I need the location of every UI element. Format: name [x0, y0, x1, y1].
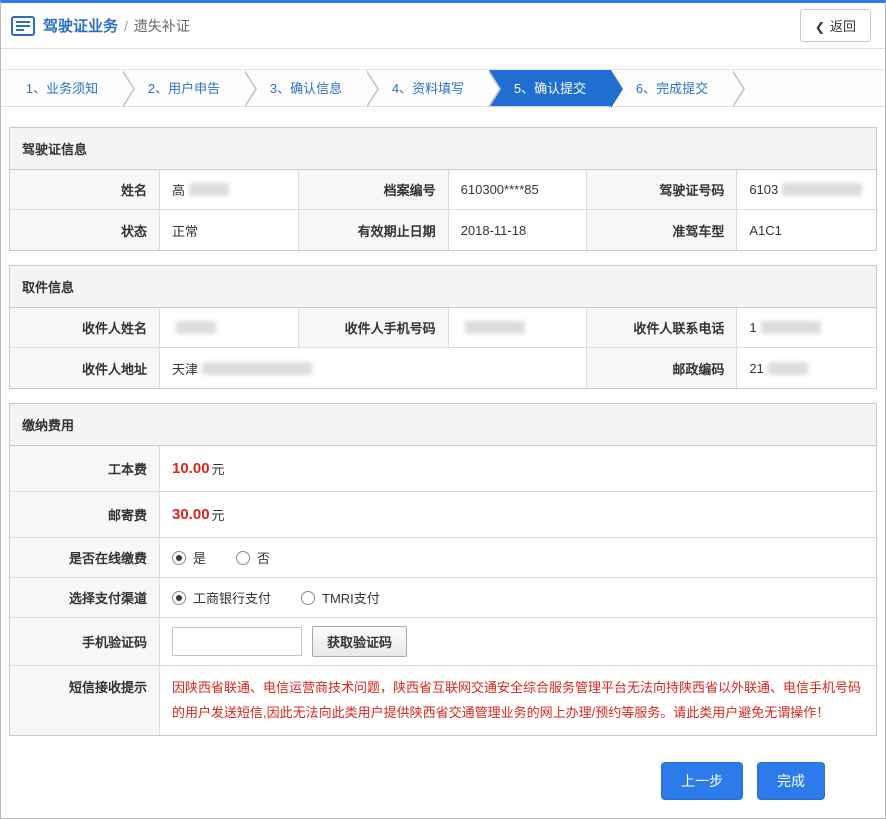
radio-no-icon[interactable]	[236, 551, 250, 565]
license-info-title: 驾驶证信息	[10, 128, 876, 170]
payment-section: 缴纳费用 工本费 10.00元 邮寄费 30.00元 是否在线缴费 是 否 选择…	[9, 403, 877, 736]
online-payment-label: 是否在线缴费	[10, 538, 160, 578]
license-no-value: 6103	[737, 170, 876, 210]
step-label: 6、完成提交	[636, 81, 708, 96]
channel-icbc-option[interactable]: 工商银行支付	[172, 588, 271, 607]
redacted-blur	[782, 183, 862, 196]
radio-yes-icon[interactable]	[172, 551, 186, 565]
pickup-info-table: 收件人姓名 收件人手机号码 收件人联系电话 1 收件人地址 天津 邮政编码 21	[10, 308, 876, 388]
production-fee-value: 10.00元	[160, 446, 876, 492]
name-value: 高	[160, 170, 299, 210]
channel-icbc-label: 工商银行支付	[193, 588, 271, 607]
pickup-info-title: 取件信息	[10, 266, 876, 308]
get-code-button[interactable]: 获取验证码	[312, 626, 407, 657]
online-no-option[interactable]: 否	[236, 548, 270, 567]
previous-step-button[interactable]: 上一步	[661, 762, 743, 800]
step-label: 5、确认提交	[514, 81, 586, 96]
back-button[interactable]: ❮ 返回	[800, 9, 871, 42]
recipient-mobile-label: 收件人手机号码	[299, 308, 449, 348]
recipient-name-value	[160, 308, 299, 348]
step-label: 4、资料填写	[392, 81, 464, 96]
recipient-phone-value: 1	[737, 308, 876, 348]
pickup-info-section: 取件信息 收件人姓名 收件人手机号码 收件人联系电话 1 收件人地址 天津 邮政…	[9, 265, 877, 389]
page-title: 驾驶证业务	[43, 15, 118, 36]
online-no-label: 否	[257, 548, 270, 567]
recipient-name-label: 收件人姓名	[10, 308, 160, 348]
file-no-label: 档案编号	[299, 170, 449, 210]
page: 驾驶证业务 / 遗失补证 ❮ 返回 1、业务须知 2、用户申告 3、确认信息 4、…	[0, 0, 886, 819]
step-5-confirm-submit[interactable]: 5、确认提交	[489, 70, 611, 106]
sms-code-input[interactable]	[172, 627, 302, 656]
step-wizard: 1、业务须知 2、用户申告 3、确认信息 4、资料填写 5、确认提交 6、完成提…	[1, 69, 885, 107]
fee-amount: 30.00	[172, 506, 210, 523]
file-no-value: 610300****85	[449, 170, 588, 210]
redacted-blur	[465, 321, 525, 334]
name-label: 姓名	[10, 170, 160, 210]
footer-actions: 上一步 完成	[1, 750, 885, 818]
chevron-left-icon: ❮	[815, 20, 825, 34]
redacted-blur	[768, 362, 808, 375]
recipient-address-value: 天津	[160, 348, 587, 388]
status-label: 状态	[10, 210, 160, 250]
fee-unit: 元	[212, 459, 225, 478]
step-3-confirm-info[interactable]: 3、确认信息	[245, 70, 367, 106]
sms-code-label: 手机验证码	[10, 618, 160, 666]
vehicle-type-label: 准驾车型	[587, 210, 737, 250]
step-1-business-notice[interactable]: 1、业务须知	[1, 70, 123, 106]
license-info-table: 姓名 高 档案编号 610300****85 驾驶证号码 6103 状态 正常 …	[10, 170, 876, 250]
fee-unit: 元	[212, 505, 225, 524]
header: 驾驶证业务 / 遗失补证 ❮ 返回	[1, 3, 885, 49]
step-4-fill-data[interactable]: 4、资料填写	[367, 70, 489, 106]
postal-code-value: 21	[737, 348, 876, 388]
payment-channel-label: 选择支付渠道	[10, 578, 160, 618]
vehicle-type-value: A1C1	[737, 210, 876, 250]
online-yes-option[interactable]: 是	[172, 548, 206, 567]
step-6-complete-submit[interactable]: 6、完成提交	[611, 70, 733, 106]
document-icon	[11, 16, 35, 36]
status-value: 正常	[160, 210, 299, 250]
license-no-label: 驾驶证号码	[587, 170, 737, 210]
expiry-value: 2018-11-18	[449, 210, 588, 250]
postal-code-label: 邮政编码	[587, 348, 737, 388]
redacted-blur	[202, 362, 312, 375]
page-subtitle: 遗失补证	[134, 16, 190, 36]
fee-amount: 10.00	[172, 460, 210, 477]
online-payment-options: 是 否	[160, 538, 876, 578]
production-fee-label: 工本费	[10, 446, 160, 492]
radio-tmri-icon[interactable]	[301, 591, 315, 605]
expiry-label: 有效期止日期	[299, 210, 449, 250]
recipient-mobile-value	[449, 308, 588, 348]
sms-notice-text-cell: 因陕西省联通、电信运营商技术问题，陕西省互联网交通安全综合服务管理平台无法向持陕…	[160, 666, 876, 735]
sms-code-row: 获取验证码	[160, 618, 876, 666]
redacted-blur	[189, 183, 229, 196]
payment-table: 工本费 10.00元 邮寄费 30.00元 是否在线缴费 是 否 选择支付渠道 …	[10, 446, 876, 735]
step-label: 3、确认信息	[270, 81, 342, 96]
online-yes-label: 是	[193, 548, 206, 567]
payment-title: 缴纳费用	[10, 404, 876, 446]
sms-notice-label: 短信接收提示	[10, 666, 160, 735]
redacted-blur	[176, 321, 216, 334]
license-info-section: 驾驶证信息 姓名 高 档案编号 610300****85 驾驶证号码 6103 …	[9, 127, 877, 251]
recipient-address-label: 收件人地址	[10, 348, 160, 388]
step-2-user-declaration[interactable]: 2、用户申告	[123, 70, 245, 106]
title-separator: /	[124, 18, 128, 34]
sms-notice-text: 因陕西省联通、电信运营商技术问题，陕西省互联网交通安全综合服务管理平台无法向持陕…	[172, 676, 864, 725]
finish-button[interactable]: 完成	[757, 762, 825, 800]
payment-channel-options: 工商银行支付 TMRI支付	[160, 578, 876, 618]
mailing-fee-label: 邮寄费	[10, 492, 160, 538]
radio-icbc-icon[interactable]	[172, 591, 186, 605]
channel-tmri-option[interactable]: TMRI支付	[301, 588, 380, 607]
channel-tmri-label: TMRI支付	[322, 588, 380, 607]
mailing-fee-value: 30.00元	[160, 492, 876, 538]
step-label: 2、用户申告	[148, 81, 220, 96]
recipient-phone-label: 收件人联系电话	[587, 308, 737, 348]
redacted-blur	[761, 321, 821, 334]
back-button-label: 返回	[830, 19, 856, 34]
step-label: 1、业务须知	[26, 81, 98, 96]
